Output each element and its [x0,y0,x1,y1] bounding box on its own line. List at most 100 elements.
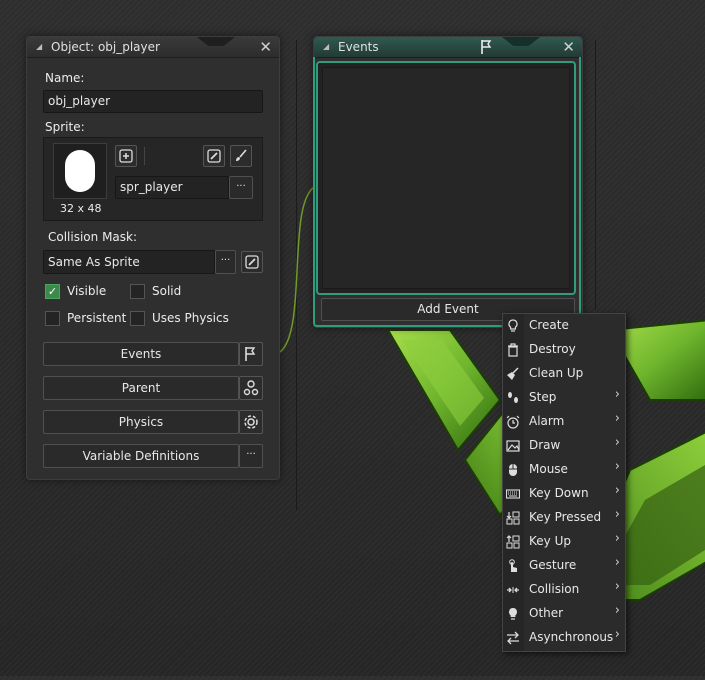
flag-icon [245,347,256,361]
menu-item-other[interactable]: Other › [503,602,625,626]
submenu-arrow-icon: › [614,603,620,618]
sprite-field[interactable]: spr_player [115,176,229,199]
submenu-arrow-icon: › [614,435,620,450]
visible-label: Visible [67,284,107,298]
add-event-menu: Create Destroy Clean Up Step › Alarm › D… [502,313,626,652]
object-panel-titlebar[interactable]: ◢ Object: obj_player ✕ [27,37,279,58]
menu-item-label: Create [529,318,569,332]
flag-icon [481,40,492,54]
submenu-arrow-icon: › [614,579,620,594]
menu-item-draw[interactable]: Draw › [503,434,625,458]
events-button[interactable]: Events [43,342,239,366]
variable-definitions-more-button[interactable]: ··· [239,444,263,468]
parent-icon-button[interactable] [239,376,263,400]
titlebar-notch [502,37,540,46]
toolbar-separator [144,147,145,165]
hand-gesture-icon [505,558,521,574]
submenu-arrow-icon: › [614,507,620,522]
menu-item-key-down[interactable]: Key Down › [503,482,625,506]
submenu-arrow-icon: › [614,411,620,426]
key-up-icon [505,534,521,550]
mouse-icon [505,462,521,478]
swap-arrows-icon [505,630,521,646]
trash-icon [505,342,521,358]
menu-item-mouse[interactable]: Mouse › [503,458,625,482]
brush-button[interactable] [230,145,252,167]
object-panel: ◢ Object: obj_player ✕ Name: obj_player … [26,36,280,480]
gear-icon [244,415,258,429]
physics-button[interactable]: Physics [43,410,239,434]
menu-item-gesture[interactable]: Gesture › [503,554,625,578]
alarm-clock-icon [505,414,521,430]
parent-button[interactable]: Parent [43,376,239,400]
events-icon-button[interactable] [239,342,263,366]
name-label: Name: [45,71,85,85]
sprite-preview[interactable] [53,143,107,199]
close-icon[interactable]: ✕ [562,38,575,56]
menu-item-label: Key Down [529,486,589,500]
new-sprite-button[interactable] [115,145,137,167]
sprite-browse-button[interactable]: ··· [229,176,253,199]
physics-icon-button[interactable] [239,410,263,434]
edit-image-icon [207,149,221,163]
edit-image-icon [245,255,259,269]
footsteps-icon [505,390,521,406]
menu-item-step[interactable]: Step › [503,386,625,410]
menu-item-label: Step [529,390,557,404]
menu-item-label: Key Pressed [529,510,602,524]
events-panel-title: Events [338,40,379,54]
collision-mask-field[interactable]: Same As Sprite [43,250,215,274]
submenu-arrow-icon: › [614,387,620,402]
divider-line [595,40,596,310]
brush-icon [236,149,247,161]
edit-mask-button[interactable] [241,251,263,273]
persistent-checkbox[interactable] [45,311,60,326]
collapse-triangle-icon[interactable]: ◢ [36,42,42,51]
sprite-size-label: 32 x 48 [60,202,102,215]
menu-item-label: Mouse [529,462,568,476]
menu-item-label: Draw [529,438,561,452]
submenu-arrow-icon: › [614,627,620,642]
collapse-triangle-icon[interactable]: ◢ [323,42,329,51]
events-panel-titlebar[interactable]: ◢ Events ✕ [314,37,582,58]
sprite-label: Sprite: [45,120,85,134]
picture-icon [505,438,521,454]
broom-icon [505,366,521,382]
bulb-filled-icon [505,606,521,622]
menu-item-label: Other [529,606,564,620]
solid-label: Solid [152,284,182,298]
menu-item-key-pressed[interactable]: Key Pressed › [503,506,625,530]
menu-item-destroy[interactable]: Destroy [503,338,625,362]
name-field[interactable]: obj_player [43,90,263,113]
menu-item-label: Gesture [529,558,577,572]
edit-sprite-button[interactable] [203,145,225,167]
bulb-outline-icon [505,318,521,334]
collision-arrows-icon [505,582,521,598]
persistent-label: Persistent [67,311,127,325]
close-icon[interactable]: ✕ [259,38,272,56]
menu-item-create[interactable]: Create [503,314,625,338]
object-panel-title: Object: obj_player [51,40,160,54]
key-pressed-icon [505,510,521,526]
events-list[interactable] [316,61,576,295]
menu-item-collision[interactable]: Collision › [503,578,625,602]
events-list-inner [322,67,570,289]
uses-physics-checkbox[interactable] [130,311,145,326]
menu-item-alarm[interactable]: Alarm › [503,410,625,434]
menu-item-asynchronous[interactable]: Asynchronous › [503,626,625,650]
menu-item-clean-up[interactable]: Clean Up [503,362,625,386]
menu-item-label: Destroy [529,342,576,356]
collision-mask-browse-button[interactable]: ··· [215,250,236,274]
new-sprite-icon [119,149,133,163]
menu-item-label: Asynchronous [529,630,614,644]
visible-checkbox[interactable]: ✓ [45,284,60,299]
events-panel: ◢ Events ✕ Add Event [313,36,583,328]
menu-item-key-up[interactable]: Key Up › [503,530,625,554]
solid-checkbox[interactable] [130,284,145,299]
titlebar-notch [197,37,235,46]
variable-definitions-button[interactable]: Variable Definitions [43,444,239,468]
menu-item-label: Clean Up [529,366,584,380]
menu-item-label: Alarm [529,414,565,428]
menu-item-label: Collision [529,582,580,596]
submenu-arrow-icon: › [614,459,620,474]
